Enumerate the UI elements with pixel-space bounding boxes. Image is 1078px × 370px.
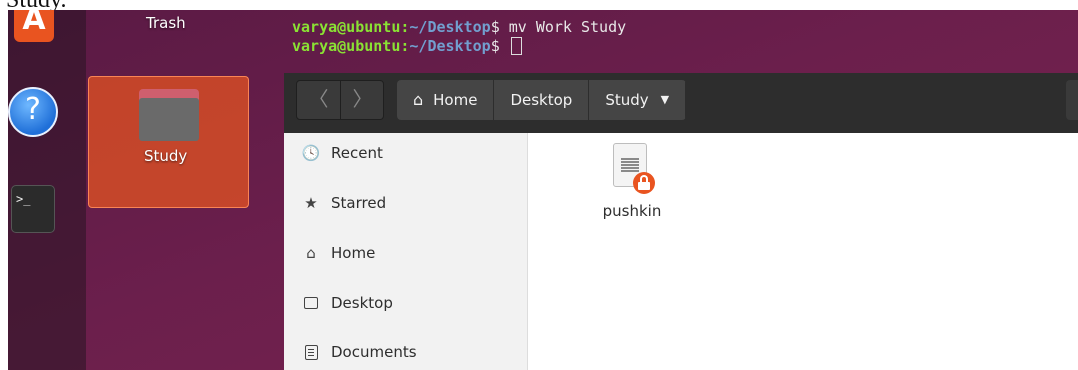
breadcrumb-desktop-label: Desktop — [510, 91, 573, 109]
terminal-launcher[interactable]: >_ — [11, 185, 63, 237]
breadcrumb: ⌂ Home Desktop Study ▼ — [397, 80, 687, 120]
breadcrumb-study[interactable]: Study ▼ — [589, 80, 687, 120]
app-store-launcher[interactable]: A — [8, 10, 60, 48]
terminal-output[interactable]: varya@ubuntu:~/Desktop$ mv Work Study va… — [292, 18, 626, 56]
dock: A ? >_ — [8, 10, 86, 370]
breadcrumb-study-label: Study — [605, 91, 649, 109]
sidebar-item-starred[interactable]: ★ Starred — [284, 183, 528, 223]
desktop-icon-trash[interactable]: Trash — [146, 14, 186, 32]
desktop-icon — [302, 294, 320, 312]
desktop-icon-study-label: Study — [144, 147, 188, 165]
file-manager-headerbar: 〈 〉 ⌂ Home Desktop Study ▼ — [284, 73, 1078, 133]
file-manager-window: 〈 〉 ⌂ Home Desktop Study ▼ 🕓 Recent ★ St… — [284, 73, 1078, 370]
terminal-prompt: $ — [490, 37, 509, 55]
chevron-left-icon: 〈 — [308, 87, 329, 111]
star-icon: ★ — [304, 194, 318, 212]
lock-icon — [633, 172, 655, 194]
breadcrumb-home-label: Home — [433, 91, 478, 109]
breadcrumb-desktop[interactable]: Desktop — [494, 80, 590, 120]
file-name: pushkin — [602, 202, 662, 220]
back-button[interactable]: 〈 — [297, 81, 340, 119]
terminal-command: mv Work Study — [508, 18, 627, 36]
terminal-prompt-glyph: >_ — [16, 192, 31, 206]
sidebar-item-desktop[interactable]: Desktop — [284, 283, 528, 323]
terminal-line: varya@ubuntu:~/Desktop$ — [292, 37, 626, 56]
help-glyph: ? — [25, 92, 41, 127]
sidebar: 🕓 Recent ★ Starred ⌂ Home Desktop Docume… — [284, 133, 528, 370]
terminal-user: varya@ubuntu — [292, 18, 401, 36]
terminal-icon: >_ — [11, 185, 55, 233]
documents-icon — [302, 343, 320, 361]
sidebar-item-label: Home — [331, 244, 376, 262]
folder-icon — [139, 89, 199, 141]
terminal-cursor — [510, 37, 522, 55]
sidebar-item-label: Starred — [331, 194, 387, 212]
clock-icon: 🕓 — [301, 144, 321, 162]
history-nav: 〈 〉 — [296, 80, 384, 120]
breadcrumb-home[interactable]: ⌂ Home — [397, 80, 495, 120]
sidebar-item-home[interactable]: ⌂ Home — [284, 233, 528, 273]
header-button[interactable] — [1066, 80, 1078, 120]
terminal-user: varya@ubuntu — [292, 37, 401, 55]
file-view: pushkin — [529, 133, 1078, 370]
forward-button[interactable]: 〉 — [341, 81, 384, 119]
terminal-path: ~/Desktop — [409, 18, 491, 36]
sidebar-item-label: Desktop — [331, 294, 393, 312]
app-store-glyph: A — [22, 10, 46, 37]
terminal-path: ~/Desktop — [409, 37, 491, 55]
desktop-screen: A ? >_ Trash Study varya@ubuntu:~/Deskto… — [8, 10, 1078, 370]
terminal-line: varya@ubuntu:~/Desktop$ mv Work Study — [292, 18, 626, 37]
terminal-prompt: $ — [490, 18, 509, 36]
sidebar-item-label: Documents — [331, 343, 417, 361]
sidebar-item-label: Recent — [331, 144, 383, 162]
chevron-right-icon: 〉 — [352, 87, 373, 111]
home-icon: ⌂ — [413, 90, 424, 109]
home-icon: ⌂ — [306, 244, 316, 262]
sidebar-item-recent[interactable]: 🕓 Recent — [284, 133, 528, 173]
chevron-down-icon: ▼ — [660, 93, 670, 106]
help-launcher[interactable]: ? — [8, 87, 60, 139]
sidebar-item-documents[interactable]: Documents — [284, 332, 528, 370]
desktop-icon-study[interactable] — [88, 76, 249, 208]
